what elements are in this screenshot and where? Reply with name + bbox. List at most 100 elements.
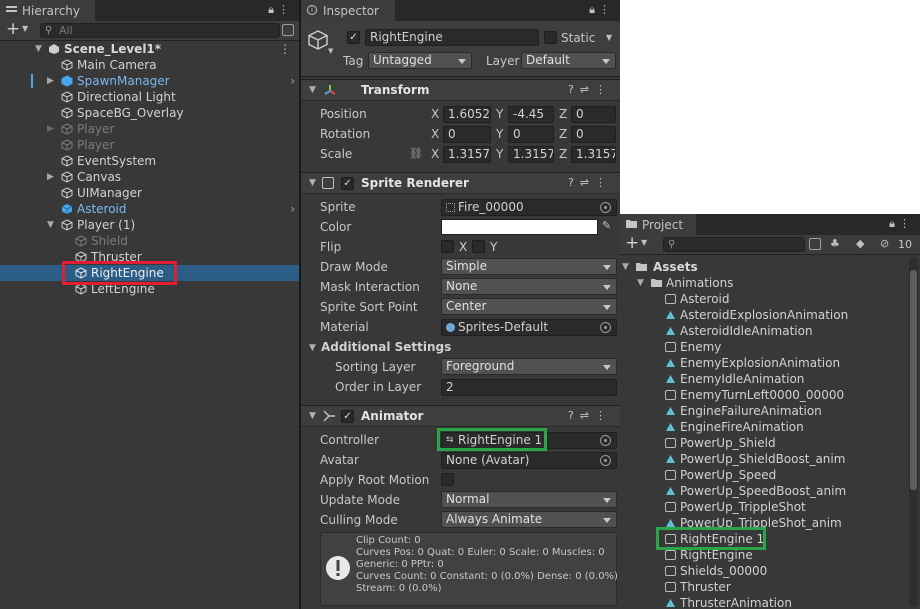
project-asset-item[interactable]: Enemy — [620, 339, 920, 355]
chevron-right-icon[interactable]: › — [290, 201, 295, 217]
project-asset-item[interactable]: PowerUp_Speed — [620, 467, 920, 483]
animations-folder[interactable]: ▼ Animations — [620, 275, 920, 291]
transform-header[interactable]: ▼ Transform ?⇌⋮ — [301, 79, 620, 101]
project-asset-item[interactable]: PowerUp_Shield — [620, 435, 920, 451]
fold-arrow-icon[interactable]: ▼ — [309, 85, 316, 95]
label-filter-icon[interactable]: ♣ — [830, 237, 840, 250]
fold-arrow-icon[interactable]: ▼ — [309, 178, 316, 188]
project-asset-item[interactable]: Thruster — [620, 579, 920, 595]
tag-filter-icon[interactable]: ◆ — [856, 237, 864, 250]
hierarchy-item[interactable]: Directional Light — [0, 89, 299, 105]
project-asset-item[interactable]: PowerUp_TrippleShot — [620, 499, 920, 515]
component-icons[interactable]: ?⇌⋮ — [568, 83, 612, 96]
filter-icon[interactable] — [282, 24, 294, 36]
search-by-type-icon[interactable] — [809, 238, 821, 250]
project-asset-item[interactable]: AsteroidExplosionAnimation — [620, 307, 920, 323]
expand-arrow-icon[interactable]: ▼ — [35, 41, 42, 57]
active-checkbox[interactable]: ✓ — [347, 31, 360, 44]
object-name-field[interactable]: RightEngine — [365, 29, 539, 46]
hierarchy-item[interactable]: ▶ Player — [0, 121, 299, 137]
position-y-field[interactable]: -4.45 — [508, 106, 554, 123]
add-button[interactable]: + — [625, 233, 639, 253]
rotation-x-field[interactable]: 0 — [443, 126, 491, 143]
hierarchy-item[interactable]: SpaceBG_Overlay — [0, 105, 299, 121]
expand-arrow-icon[interactable]: ▼ — [622, 259, 629, 275]
draw-mode-dropdown[interactable]: Simple — [441, 258, 617, 275]
project-search-input[interactable]: ⚲ — [663, 237, 805, 252]
project-asset-item[interactable]: AsteroidIdleAnimation — [620, 323, 920, 339]
project-asset-item[interactable]: EnemyIdleAnimation — [620, 371, 920, 387]
chevron-right-icon[interactable]: › — [290, 73, 295, 89]
scale-y-field[interactable]: 1.3157 — [508, 146, 554, 163]
assets-folder[interactable]: ▼ Assets — [620, 259, 920, 275]
scene-menu-icon[interactable]: ⋮ — [279, 41, 291, 57]
project-asset-item[interactable]: ThrusterAnimation — [620, 595, 920, 609]
eyedropper-icon[interactable]: ✎ — [602, 219, 611, 232]
additional-settings-label[interactable]: Additional Settings — [321, 340, 451, 354]
material-field[interactable]: Sprites-Default — [441, 319, 617, 336]
chevron-down-icon[interactable]: ▼ — [22, 24, 28, 33]
expand-arrow-icon[interactable]: ▶ — [47, 73, 54, 89]
expand-arrow-icon[interactable]: ▶ — [47, 121, 54, 137]
project-asset-item[interactable]: EnemyExplosionAnimation — [620, 355, 920, 371]
sorting-layer-dropdown[interactable]: Foreground — [441, 358, 617, 375]
avatar-field[interactable]: None (Avatar) — [441, 452, 617, 469]
sprite-renderer-enabled-checkbox[interactable]: ✓ — [341, 177, 354, 190]
rotation-z-field[interactable]: 0 — [571, 126, 616, 143]
chevron-down-icon[interactable]: ▼ — [641, 238, 647, 247]
object-picker-icon[interactable] — [600, 455, 611, 466]
constrain-proportions-icon[interactable]: ⛓ — [409, 147, 423, 160]
tab-hierarchy[interactable]: Hierarchy — [0, 0, 95, 21]
scrollbar-thumb[interactable] — [910, 270, 917, 490]
color-swatch[interactable] — [441, 219, 598, 235]
hierarchy-item[interactable]: ▶ Canvas — [0, 169, 299, 185]
tag-dropdown[interactable]: Untagged — [368, 52, 472, 69]
add-button[interactable]: + — [6, 19, 20, 39]
hierarchy-item[interactable]: ▶ SpawnManager › — [0, 73, 299, 89]
project-asset-item[interactable]: PowerUp_SpeedBoost_anim — [620, 483, 920, 499]
flip-y-checkbox[interactable] — [472, 240, 485, 253]
culling-mode-dropdown[interactable]: Always Animate — [441, 511, 617, 528]
rotation-y-field[interactable]: 0 — [508, 126, 554, 143]
static-checkbox[interactable] — [544, 31, 557, 44]
hidden-packages-icon[interactable]: ⊘ — [880, 237, 889, 250]
hierarchy-item[interactable]: Player — [0, 137, 299, 153]
hierarchy-item[interactable]: ▼ Player (1) — [0, 217, 299, 233]
panel-menu-icons[interactable]: 🔒︎⋮ — [268, 3, 293, 17]
panel-menu-icons[interactable]: 🔒︎⋮ — [589, 3, 614, 17]
panel-menu-icons[interactable]: 🔒︎⋮ — [889, 217, 914, 231]
sprite-field[interactable]: Fire_00000 — [441, 199, 617, 216]
position-z-field[interactable]: 0 — [571, 106, 616, 123]
sprite-renderer-header[interactable]: ▼ ✓ Sprite Renderer ?⇌⋮ — [301, 172, 620, 194]
expand-arrow-icon[interactable]: ▼ — [637, 275, 644, 291]
scale-z-field[interactable]: 1.3157 — [571, 146, 616, 163]
chevron-down-icon[interactable]: ▼ — [328, 47, 333, 55]
update-mode-dropdown[interactable]: Normal — [441, 491, 617, 508]
object-picker-icon[interactable] — [600, 322, 611, 333]
animator-enabled-checkbox[interactable]: ✓ — [341, 410, 354, 423]
expand-arrow-icon[interactable]: ▼ — [47, 217, 54, 233]
hierarchy-item[interactable]: UIManager — [0, 185, 299, 201]
order-in-layer-field[interactable]: 2 — [441, 379, 617, 396]
fold-arrow-icon[interactable]: ▼ — [309, 411, 316, 421]
project-asset-item[interactable]: PowerUp_ShieldBoost_anim — [620, 451, 920, 467]
hierarchy-item[interactable]: Main Camera — [0, 57, 299, 73]
project-asset-item[interactable]: Shields_00000 — [620, 563, 920, 579]
fold-arrow-icon[interactable]: ▼ — [309, 343, 316, 353]
component-icons[interactable]: ?⇌⋮ — [568, 409, 612, 422]
expand-arrow-icon[interactable]: ▶ — [47, 169, 54, 185]
project-asset-item[interactable]: Asteroid — [620, 291, 920, 307]
tab-inspector[interactable]: i Inspector — [301, 0, 395, 21]
apply-root-motion-checkbox[interactable] — [441, 473, 454, 486]
static-dropdown-icon[interactable]: ▼ — [606, 33, 612, 42]
layer-dropdown[interactable]: Default — [521, 52, 616, 69]
hierarchy-item[interactable]: EventSystem — [0, 153, 299, 169]
object-picker-icon[interactable] — [600, 202, 611, 213]
hierarchy-item[interactable]: Asteroid › — [0, 201, 299, 217]
mask-interaction-dropdown[interactable]: None — [441, 278, 617, 295]
project-asset-item[interactable]: EngineFailureAnimation — [620, 403, 920, 419]
component-icons[interactable]: ?⇌⋮ — [568, 176, 612, 189]
scale-x-field[interactable]: 1.3157 — [443, 146, 491, 163]
hierarchy-item[interactable]: Shield — [0, 233, 299, 249]
project-asset-item[interactable]: EngineFireAnimation — [620, 419, 920, 435]
